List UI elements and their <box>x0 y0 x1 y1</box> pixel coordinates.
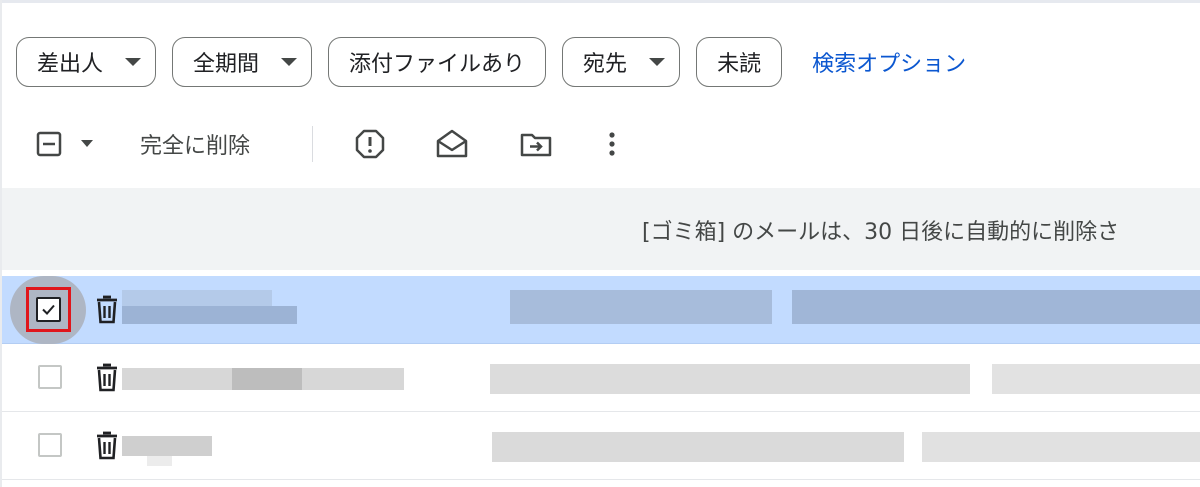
caret-down-icon <box>125 58 142 66</box>
email-row[interactable] <box>2 344 1200 412</box>
search-filter-bar: 差出人 全期間 添付ファイルあり 宛先 未読 検索オプション <box>16 35 966 89</box>
caret-down-icon <box>649 58 666 66</box>
redacted-sender <box>122 306 297 324</box>
trash-info-banner: [ゴミ箱] のメールは、30 日後に自動的に削除さ <box>2 188 1200 270</box>
caret-down-icon <box>281 58 298 66</box>
has-attachment-label: 添付ファイルあり <box>349 52 526 77</box>
search-options-link[interactable]: 検索オプション <box>812 46 966 78</box>
period-filter-chip[interactable]: 全期間 <box>172 37 313 87</box>
move-to-button[interactable] <box>514 116 558 172</box>
report-spam-icon <box>355 129 385 159</box>
period-filter-label: 全期間 <box>193 52 260 77</box>
recipient-filter-label: 宛先 <box>583 52 628 77</box>
redacted-subject <box>510 290 772 324</box>
redacted-subject <box>490 364 970 394</box>
action-toolbar: 完全に削除 <box>0 116 1200 172</box>
trash-icon <box>94 295 120 329</box>
more-options-icon <box>609 132 615 156</box>
unread-chip[interactable]: 未読 <box>696 37 783 87</box>
redacted-subject <box>492 432 904 462</box>
redacted-snippet <box>922 432 1200 462</box>
row-checkbox[interactable] <box>38 365 62 389</box>
redacted-snippet <box>792 290 1200 324</box>
redacted-sender <box>147 456 172 466</box>
redacted-sender <box>122 290 272 306</box>
delete-forever-label: 完全に削除 <box>140 134 251 159</box>
more-options-button[interactable] <box>590 116 634 172</box>
email-row[interactable] <box>2 412 1200 480</box>
redacted-snippet <box>992 364 1200 394</box>
mark-as-read-button[interactable] <box>430 116 474 172</box>
redacted-sender <box>122 436 212 456</box>
redacted-sender <box>232 368 302 390</box>
trash-icon <box>94 363 120 397</box>
delete-forever-button[interactable]: 完全に削除 <box>140 116 280 172</box>
email-row-selected[interactable] <box>2 276 1200 344</box>
unread-label: 未読 <box>717 52 762 77</box>
move-to-icon <box>520 133 552 157</box>
red-highlight-box <box>26 287 71 332</box>
sender-filter-chip[interactable]: 差出人 <box>16 37 157 87</box>
recipient-filter-chip[interactable]: 宛先 <box>562 37 681 87</box>
select-dropdown-icon <box>36 131 93 157</box>
top-border <box>0 0 1200 3</box>
toolbar-divider <box>312 126 313 162</box>
report-spam-button[interactable] <box>348 116 392 172</box>
row-checkbox[interactable] <box>38 433 62 457</box>
mark-as-read-icon <box>436 129 468 158</box>
sender-filter-label: 差出人 <box>37 52 104 77</box>
trash-icon <box>94 431 120 465</box>
select-all-dropdown[interactable] <box>28 116 106 172</box>
has-attachment-chip[interactable]: 添付ファイルあり <box>328 37 547 87</box>
trash-info-text: [ゴミ箱] のメールは、30 日後に自動的に削除さ <box>642 220 1120 245</box>
